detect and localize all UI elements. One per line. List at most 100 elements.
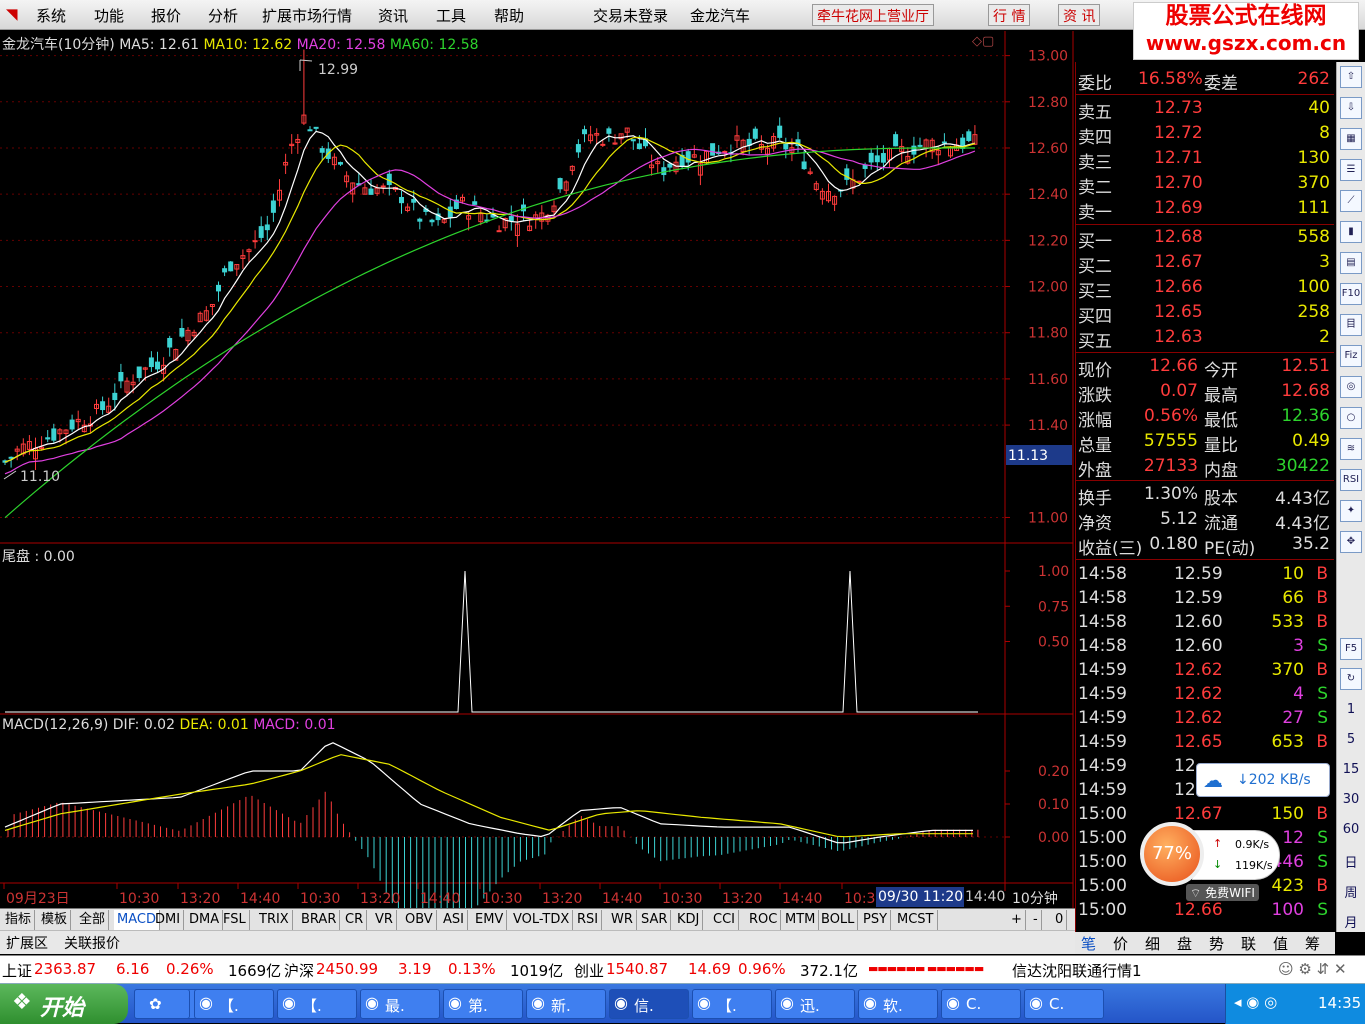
zixun-button[interactable]: 资 讯 (1058, 4, 1101, 26)
period-button-2[interactable]: 15 (1337, 762, 1365, 777)
menu-item-quote[interactable]: 报价 (151, 5, 181, 26)
chart-options-icon[interactable]: ◇▢ (972, 34, 994, 49)
taskbar-task[interactable]: ◉ C. (1024, 989, 1104, 1019)
chart-area[interactable]: 13.00 12.80 12.60 12.40 12.20 12.00 11.80 11.60… (0, 31, 1075, 911)
wifi-label[interactable]: ⌔ 免费WIFI (1186, 884, 1259, 901)
rsi-icon[interactable]: RSI (1340, 469, 1362, 491)
menu-item-function[interactable]: 功能 (94, 5, 124, 26)
kline-chart[interactable]: 13.00 12.80 12.60 12.40 12.20 12.00 11.80 11.60… (0, 31, 1075, 911)
ring-icon[interactable]: ◎ (1340, 376, 1362, 398)
indicator-tab-brar[interactable]: BRAR (298, 910, 341, 930)
news-icon[interactable]: 目 (1340, 314, 1362, 336)
tray-icons[interactable]: ◂ ◉ ◎ (1234, 993, 1277, 1011)
server-message[interactable]: 信达沈阳联通行情1 (1012, 960, 1142, 981)
quote-tab-7[interactable]: 筹 (1305, 933, 1320, 954)
net-usage-ball[interactable]: 77% (1140, 822, 1204, 886)
quick-launch[interactable]: ✿ (134, 989, 190, 1019)
indicator-tab-fsl[interactable]: FSL (220, 910, 250, 930)
move-icon[interactable]: ✥ (1340, 531, 1362, 553)
indicator-tab-obv[interactable]: OBV (402, 910, 437, 930)
related-quote-tab[interactable]: 关联报价 (64, 933, 120, 953)
down-arrow-icon[interactable]: ⇩ (1340, 97, 1362, 119)
indicator-tab-dmi[interactable]: DMI (152, 910, 185, 930)
fiz-icon[interactable]: Fiz (1340, 345, 1362, 367)
f10-icon[interactable]: F10 (1340, 283, 1362, 305)
quote-tab-5[interactable]: 联 (1241, 933, 1256, 954)
indicator-tab-boll[interactable]: BOLL (818, 910, 859, 930)
period-button-0[interactable]: 1 (1337, 702, 1365, 717)
taskbar-task[interactable]: ◉ 【. (194, 989, 274, 1019)
period-button-4[interactable]: 60 (1337, 822, 1365, 837)
period-button-3[interactable]: 30 (1337, 792, 1365, 807)
indicator-tab-trix[interactable]: TRIX (256, 910, 293, 930)
indicator-tab-模板[interactable]: 模板 (38, 910, 72, 930)
indicator-tab-rsi[interactable]: RSI (574, 910, 603, 930)
indicator-tab-dma[interactable]: DMA (186, 910, 224, 930)
up-arrow-icon[interactable]: ⇧ (1340, 66, 1362, 88)
grid-icon[interactable]: ▤ (1340, 252, 1362, 274)
quote-tab-1[interactable]: 价 (1113, 933, 1128, 954)
index-name[interactable]: 创业 (574, 960, 604, 981)
menu-item-tools[interactable]: 工具 (436, 5, 466, 26)
menu-item-info[interactable]: 资讯 (378, 5, 408, 26)
speed-overlay[interactable]: ☁ ↓202 KB/s (1196, 763, 1330, 797)
period-button-5[interactable]: 日 (1337, 852, 1365, 871)
taskbar-task[interactable]: ◉ C. (941, 989, 1021, 1019)
taskbar-task[interactable]: ◉ 最. (360, 989, 440, 1019)
indicator-tab-roc[interactable]: ROC (746, 910, 782, 930)
taskbar-task[interactable]: ◉ 【. (277, 989, 357, 1019)
quote-tab-4[interactable]: 势 (1209, 933, 1224, 954)
net-monitor[interactable]: ↑ 0.9K/s ↓ 119K/s 77% ⌔ 免费WIFI (1140, 822, 1280, 902)
indicator-tab-kdj[interactable]: KDJ (674, 910, 704, 930)
circle-icon[interactable]: ○ (1340, 407, 1362, 429)
indicator-tab-psy[interactable]: PSY (860, 910, 892, 930)
taskbar-task[interactable]: ◉ 迅. (775, 989, 855, 1019)
candle-icon[interactable]: ▮ (1340, 221, 1362, 243)
start-button[interactable]: ❖ 开始 (0, 984, 128, 1024)
tab-control-2[interactable]: 0 (1052, 910, 1068, 930)
period-label[interactable]: 10分钟 (1012, 888, 1058, 908)
f5-icon[interactable]: F5 (1340, 638, 1362, 660)
indicator-tab-sar[interactable]: SAR (638, 910, 672, 930)
taskbar-task[interactable]: ◉ 【. (692, 989, 772, 1019)
list-icon[interactable]: ☰ (1340, 159, 1362, 181)
login-status[interactable]: 交易未登录 (593, 5, 668, 26)
gear-icon[interactable]: ✦ (1340, 500, 1362, 522)
quote-tab-0[interactable]: 笔 (1081, 933, 1096, 954)
indicator-tab-vol-tdx[interactable]: VOL-TDX (510, 910, 574, 930)
indicator-tab-mcst[interactable]: MCST (894, 910, 938, 930)
quote-tab-2[interactable]: 细 (1145, 933, 1160, 954)
index-name[interactable]: 上证 (2, 960, 32, 981)
app-logo-icon[interactable]: ◥ (6, 5, 18, 23)
period-button-1[interactable]: 5 (1337, 732, 1365, 747)
taskbar-task[interactable]: ◉ 第. (443, 989, 523, 1019)
indicator-tab-wr[interactable]: WR (608, 910, 637, 930)
status-icons[interactable]: ☺ ⚙ ⇵ ✕ (1278, 960, 1347, 978)
ext-area-tab[interactable]: 扩展区 (6, 933, 48, 953)
indicator-tab-vr[interactable]: VR (372, 910, 397, 930)
tab-control-0[interactable]: + (1008, 910, 1026, 930)
indicator-tab-cr[interactable]: CR (342, 910, 368, 930)
line-chart-icon[interactable]: ⟋ (1340, 190, 1362, 212)
indicator-tab-全部[interactable]: 全部 (76, 910, 110, 930)
menu-item-ext-market[interactable]: 扩展市场行情 (262, 5, 352, 26)
table-icon[interactable]: ▦ (1340, 128, 1362, 150)
tab-control-1[interactable]: - (1030, 910, 1042, 930)
quote-tab-3[interactable]: 盘 (1177, 933, 1192, 954)
taskbar-task[interactable]: ◉ 信. (609, 989, 689, 1019)
broker-button[interactable]: 牵牛花网上营业厅 (812, 4, 934, 26)
menu-item-help[interactable]: 帮助 (494, 5, 524, 26)
indicator-tab-cci[interactable]: CCI (710, 910, 739, 930)
refresh-icon[interactable]: ↻ (1340, 668, 1362, 690)
period-button-6[interactable]: 周 (1337, 882, 1365, 901)
taskbar-task[interactable]: ◉ 新. (526, 989, 606, 1019)
indicator-tab-emv[interactable]: EMV (472, 910, 508, 930)
indicator-tab-mtm[interactable]: MTM (782, 910, 820, 930)
indicator-tab-指标[interactable]: 指标 (2, 910, 36, 930)
menu-item-system[interactable]: 系统 (36, 5, 66, 26)
quote-tab-6[interactable]: 值 (1273, 933, 1288, 954)
menu-item-analysis[interactable]: 分析 (208, 5, 238, 26)
period-button-7[interactable]: 月 (1337, 912, 1365, 931)
taskbar-task[interactable]: ◉ 软. (858, 989, 938, 1019)
hangqing-button[interactable]: 行 情 (988, 4, 1031, 26)
